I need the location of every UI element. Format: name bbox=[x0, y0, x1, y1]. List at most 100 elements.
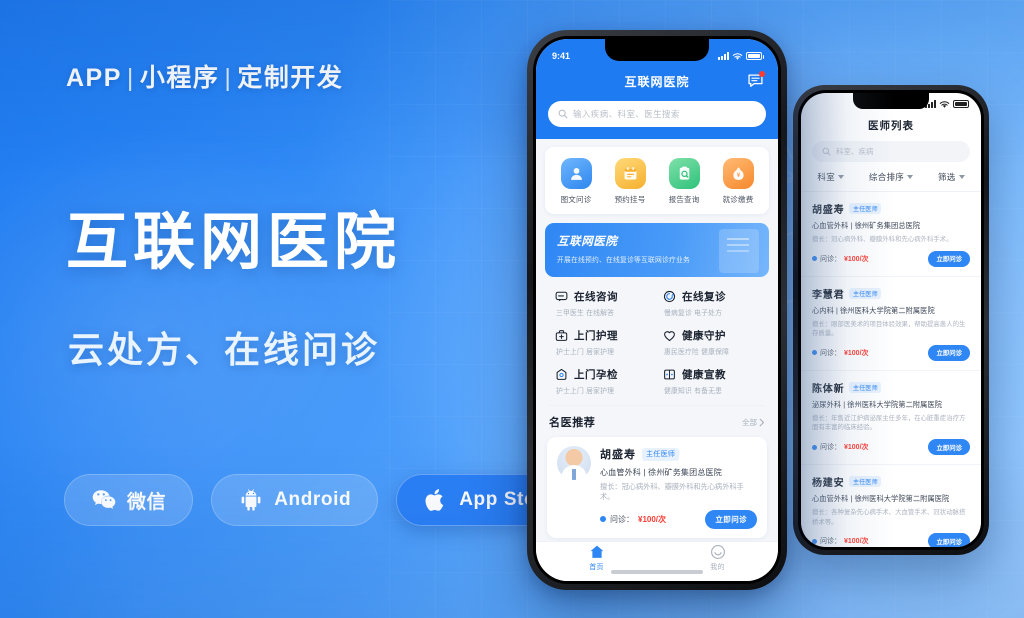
service-home-nursing[interactable]: 上门护理 护士上门 居家护理 bbox=[549, 328, 657, 356]
tab-home-label: 首页 bbox=[589, 563, 604, 571]
consult-price-label: 问诊： bbox=[820, 255, 841, 263]
consult-price-label: 问诊： bbox=[610, 514, 634, 524]
consult-price-amount: ¥100/次 bbox=[844, 255, 869, 263]
service-subtitle: 健康知识 有备无患 bbox=[664, 388, 723, 395]
heart-shield-icon bbox=[664, 331, 675, 342]
tab-profile-label: 我的 bbox=[710, 563, 725, 571]
bullet-dot-icon bbox=[812, 538, 817, 544]
chevron-down-icon bbox=[907, 175, 914, 179]
filter-more[interactable]: 筛选 bbox=[938, 171, 965, 183]
calendar-icon bbox=[614, 158, 646, 189]
service-health-education[interactable]: 健康宣教 健康知识 有备无患 bbox=[657, 367, 765, 395]
consult-price-label: 问诊： bbox=[820, 538, 841, 546]
service-title: 健康守护 bbox=[682, 330, 726, 342]
bullet-dot-icon bbox=[812, 256, 817, 262]
home-search-placeholder: 输入疾病、科室、医生搜索 bbox=[573, 109, 680, 119]
doctor-specialty: 擅长：冠心病外科、瓣膜外科和先心病外科手术。 bbox=[812, 236, 953, 243]
doctor-name: 李慧君 bbox=[812, 289, 845, 301]
service-title: 在线复诊 bbox=[682, 291, 726, 303]
consult-now-button[interactable]: 立即问诊 bbox=[928, 533, 970, 547]
user-circle-icon bbox=[710, 544, 725, 559]
service-subtitle: 护士上门 居家护理 bbox=[556, 388, 615, 395]
wifi-icon bbox=[939, 100, 950, 108]
filter-department-label: 科室 bbox=[817, 172, 836, 182]
doctor-specialty: 擅长：冠心病外科、瓣膜外科和先心病外科手术。 bbox=[600, 482, 744, 502]
consult-price-amount: ¥100/次 bbox=[844, 444, 869, 452]
quick-action-consult[interactable]: 图文问诊 bbox=[550, 158, 602, 205]
filter-more-label: 筛选 bbox=[937, 172, 956, 182]
bottom-tab-bar: 首页 我的 bbox=[536, 541, 778, 581]
section-title: 名医推荐 bbox=[549, 417, 596, 429]
notification-badge bbox=[759, 71, 765, 77]
nav-title: 互联网医院 bbox=[624, 74, 690, 89]
featured-doctors-header: 名医推荐 全部 bbox=[549, 405, 765, 430]
quick-actions-card: 图文问诊 预约挂号 报告查询 ¥ 就诊缴费 bbox=[545, 147, 769, 214]
quick-action-report[interactable]: 报告查询 bbox=[658, 158, 710, 205]
home-search-input[interactable]: 输入疾病、科室、医生搜索 bbox=[548, 101, 766, 127]
filter-department[interactable]: 科室 bbox=[817, 171, 845, 183]
banner-decoration bbox=[719, 229, 759, 273]
service-subtitle: 三甲医生 在线解答 bbox=[556, 310, 615, 317]
doctor-list-item[interactable]: 胡盛寿 主任医师 心血管外科 | 徐州矿务集团总医院 擅长：冠心病外科、瓣膜外科… bbox=[801, 192, 981, 277]
filter-sort[interactable]: 综合排序 bbox=[868, 171, 914, 183]
consult-now-button[interactable]: 立即问诊 bbox=[928, 344, 970, 361]
filter-sort-label: 综合排序 bbox=[868, 172, 905, 182]
service-title: 上门护理 bbox=[574, 330, 618, 342]
view-all-label: 全部 bbox=[742, 417, 757, 427]
service-title: 健康宣教 bbox=[682, 369, 726, 381]
service-home-prenatal[interactable]: 上门孕检 护士上门 居家护理 bbox=[549, 367, 657, 395]
doctor-search-placeholder: 科室、疾病 bbox=[836, 147, 874, 156]
doctor-name: 陈体新 bbox=[812, 383, 845, 395]
filter-bar: 科室 综合排序 筛选 bbox=[801, 162, 981, 192]
status-time: 9:41 bbox=[552, 51, 571, 61]
search-icon bbox=[822, 147, 831, 156]
hospital-banner[interactable]: 互联网医院 开展在线预约、在线复诊等互联网诊疗业务 bbox=[545, 223, 769, 277]
bullet-dot-icon bbox=[600, 516, 606, 523]
home-screen: 9:41 互联网医院 输入疾病、科室、医生搜索 图文问诊 预约挂号 报告查询 ¥… bbox=[536, 39, 778, 581]
service-subtitle: 惠民医疗险 健康保障 bbox=[664, 349, 730, 356]
promo-banner: APP|小程序|定制开发 互联网医院 云处方、在线问诊 微信 bbox=[0, 0, 1024, 618]
doctor-name: 胡盛寿 bbox=[600, 449, 636, 461]
open-book-icon bbox=[664, 369, 675, 380]
doctor-specialty: 擅长：眼部医美术的项目体验效果，帮助提高患人的生存质量。 bbox=[812, 320, 966, 338]
pregnancy-test-icon bbox=[556, 368, 567, 380]
doctor-title-badge: 主任医师 bbox=[849, 203, 882, 214]
tab-home[interactable]: 首页 bbox=[567, 544, 627, 572]
signal-bars-icon bbox=[718, 52, 729, 60]
wifi-icon bbox=[732, 52, 743, 60]
consult-price: 问诊： ¥100/次 bbox=[812, 442, 869, 452]
consult-now-button[interactable]: 立即问诊 bbox=[705, 509, 757, 529]
phone-notch bbox=[605, 39, 709, 61]
medical-bag-icon bbox=[555, 330, 568, 341]
consult-price-amount: ¥100/次 bbox=[638, 514, 667, 524]
service-online-revisit[interactable]: 在线复诊 慢病复诊 电子处方 bbox=[657, 289, 765, 317]
doctor-specialty: 擅长：年售近江护病泌尿主任多年，在心脏重症治疗方面有丰富的临床经验。 bbox=[812, 414, 966, 432]
quick-action-label: 报告查询 bbox=[668, 195, 700, 204]
nav-bar: 互联网医院 bbox=[548, 69, 766, 93]
services-section: 在线咨询 三甲医生 在线解答 在线复诊 慢病复诊 电子处方 上门护理 护士上门 … bbox=[545, 279, 769, 401]
doctor-search-input[interactable]: 科室、疾病 bbox=[812, 141, 970, 162]
consult-now-button[interactable]: 立即问诊 bbox=[928, 250, 970, 267]
service-health-guard[interactable]: 健康守护 惠民医疗险 健康保障 bbox=[657, 328, 765, 356]
quick-action-label: 图文问诊 bbox=[560, 195, 592, 204]
message-icon[interactable] bbox=[747, 71, 765, 89]
doctor-department: 泌尿外科 | 徐州医科大学院第二附属医院 bbox=[812, 399, 943, 409]
quick-action-payment[interactable]: ¥ 就诊缴费 bbox=[712, 158, 764, 205]
doctor-department: 心内科 | 徐州医科大学院第二附属医院 bbox=[812, 305, 935, 315]
consult-now-button[interactable]: 立即问诊 bbox=[928, 439, 970, 456]
home-indicator bbox=[611, 570, 703, 574]
avatar bbox=[557, 446, 591, 480]
view-all-link[interactable]: 全部 bbox=[742, 417, 765, 428]
bullet-dot-icon bbox=[812, 350, 817, 356]
quick-action-label: 预约挂号 bbox=[614, 195, 646, 204]
phone-mockup-doctor-list: 医师列表 科室、疾病 科室 综合排序 筛选 胡盛寿 主任医师 心血管外科 | 徐… bbox=[793, 85, 989, 555]
doctor-list-item[interactable]: 李慧君 主任医师 心内科 | 徐州医科大学院第二附属医院 擅长：眼部医美术的项目… bbox=[801, 277, 981, 371]
quick-action-appointment[interactable]: 预约挂号 bbox=[604, 158, 656, 205]
doctor-list-item[interactable]: 陈体新 主任医师 泌尿外科 | 徐州医科大学院第二附属医院 擅长：年售近江护病泌… bbox=[801, 371, 981, 466]
featured-doctor-card[interactable]: 胡盛寿 主任医师 心血管外科 | 徐州矿务集团总医院 擅长：冠心病外科、瓣膜外科… bbox=[547, 437, 767, 538]
battery-icon bbox=[953, 100, 971, 108]
doctor-list-item[interactable]: 杨建安 主任医师 心血管外科 | 徐州医科大学院第二附属医院 擅长：各种复杂先心… bbox=[801, 465, 981, 547]
service-online-consult[interactable]: 在线咨询 三甲医生 在线解答 bbox=[549, 289, 657, 317]
tab-profile[interactable]: 我的 bbox=[688, 544, 748, 572]
doctor-title-badge: 主任医师 bbox=[642, 447, 680, 461]
